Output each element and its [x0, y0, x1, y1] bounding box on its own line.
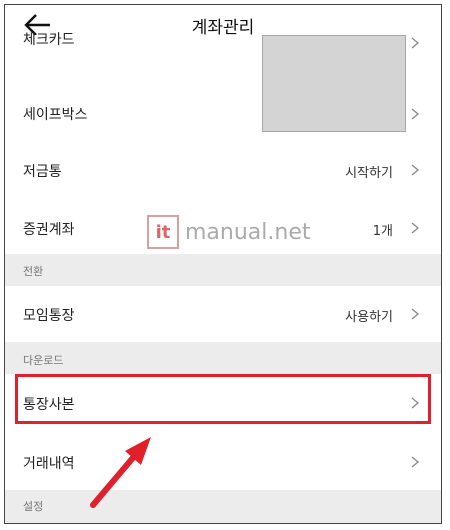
section-header-settings: 설정 — [5, 490, 441, 523]
red-arrow-icon — [90, 437, 151, 508]
app-frame: 계좌관리 체크카드 세이프박스 저금통 시작하기 증권계좌 1개 it manu… — [4, 4, 442, 524]
section-label: 전환 — [23, 265, 44, 278]
chevron-right-icon — [411, 456, 420, 468]
moim-value: 사용하기 — [345, 310, 393, 325]
piggy-bank-value: 시작하기 — [345, 166, 393, 181]
list-item-transactions[interactable]: 거래내역 — [5, 432, 441, 490]
section-header-download: 다운로드 — [5, 342, 441, 374]
securities-label: 증권계좌 — [23, 222, 75, 238]
transactions-label: 거래내역 — [23, 456, 75, 472]
watermark: it manual.net — [147, 212, 311, 252]
section-header-switch: 전환 — [5, 254, 441, 286]
chevron-right-icon — [411, 108, 420, 120]
list-item-moim[interactable]: 모임통장 사용하기 — [5, 286, 441, 342]
section-label: 설정 — [23, 500, 44, 513]
securities-value: 1개 — [372, 224, 393, 239]
chevron-right-icon — [411, 164, 420, 176]
section-label: 다운로드 — [23, 354, 64, 367]
watermark-text: manual.net — [185, 219, 311, 245]
list-item-piggy-bank[interactable]: 저금통 시작하기 — [5, 140, 441, 196]
watermark-logo: it — [147, 215, 179, 249]
piggy-bank-label: 저금통 — [23, 164, 62, 180]
placeholder-image — [262, 35, 406, 132]
chevron-right-icon — [411, 37, 420, 49]
moim-label: 모임통장 — [23, 308, 75, 324]
chevron-right-icon — [411, 222, 420, 234]
chevron-right-icon — [411, 308, 420, 320]
check-card-label: 체크카드 — [23, 32, 75, 48]
safebox-label: 세이프박스 — [23, 107, 88, 123]
highlight-box — [15, 374, 431, 424]
